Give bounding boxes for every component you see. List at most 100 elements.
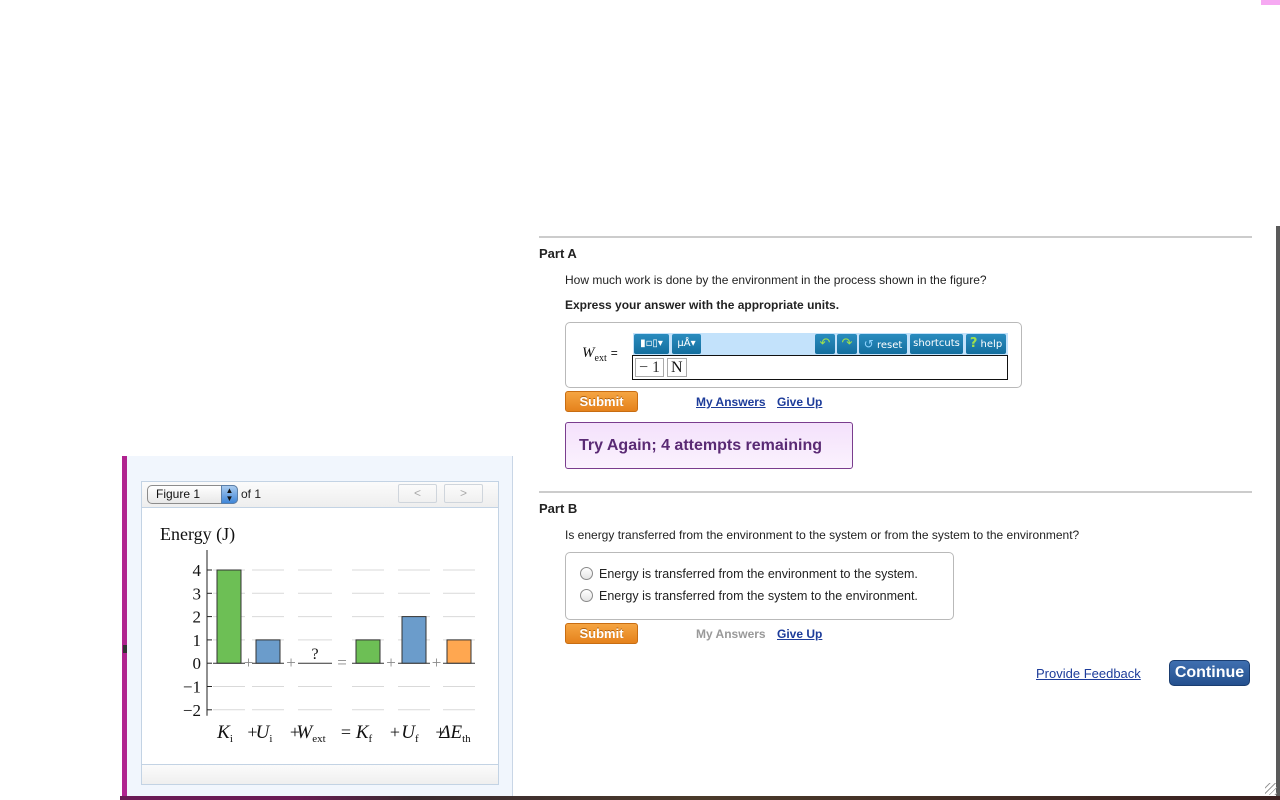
part-a-submit-button[interactable]: Submit xyxy=(565,391,638,412)
equation-subscript: i xyxy=(269,733,272,745)
choice-label: Energy is transferred from the system to… xyxy=(599,589,918,603)
answer-variable-subscript: ext xyxy=(594,353,607,364)
equation-subscript: f xyxy=(369,733,373,745)
desktop-background-strip xyxy=(120,796,1280,800)
operator-sign: + xyxy=(386,653,396,672)
units-button[interactable]: μÅ▾ xyxy=(672,334,701,354)
answer-box: Wext = ▮▫▯▾ μÅ▾ ↶ ↷ ↺ reset shortcuts ? h… xyxy=(565,322,1022,388)
equation-subscript: ext xyxy=(312,733,325,745)
resize-grip-icon[interactable] xyxy=(1265,783,1277,795)
part-a-question: How much work is done by the environment… xyxy=(565,273,987,287)
chevron-right-icon: > xyxy=(459,486,467,500)
answer-input[interactable]: − 1 N xyxy=(632,355,1008,380)
choice-box: Energy is transferred from the environme… xyxy=(565,552,954,620)
operator-sign: + xyxy=(244,653,254,672)
radio-button[interactable] xyxy=(580,567,593,580)
energy-bar-chart: Energy (J) 4 3 2 1 0 −1 −2? + + = + + Ki + Ui + Wext = Kf +… xyxy=(157,520,487,760)
part-a-give-up-link[interactable]: Give Up xyxy=(777,395,822,409)
part-a-my-answers-link[interactable]: My Answers xyxy=(696,395,766,409)
bar-ΔEth xyxy=(446,639,472,664)
choice-label: Energy is transferred from the environme… xyxy=(599,567,918,581)
units-icon: μÅ xyxy=(677,338,691,349)
window-right-edge xyxy=(1276,226,1280,800)
radio-button[interactable] xyxy=(580,589,593,602)
reset-button[interactable]: ↺ reset xyxy=(859,334,907,354)
bar-Ki xyxy=(216,569,242,664)
equals-sign: = xyxy=(610,346,618,360)
equation-term: ΔEth xyxy=(438,722,471,745)
continue-button[interactable]: Continue xyxy=(1169,660,1250,686)
figure-select-value: Figure 1 xyxy=(156,487,201,501)
help-label: help xyxy=(980,339,1003,350)
chevron-left-icon: < xyxy=(413,486,421,500)
part-a-divider xyxy=(539,236,1252,238)
part-b-title: Part B xyxy=(539,501,578,516)
part-b-submit-button[interactable]: Submit xyxy=(565,623,638,644)
part-b-give-up-link[interactable]: Give Up xyxy=(777,627,822,641)
equation-term: Ui xyxy=(256,722,273,745)
chart-svg: 43210−1−2?+ + = + +Ki +Ui +Wext = Kf + Uf +ΔEth xyxy=(183,550,475,745)
choice-option-1[interactable]: Energy is transferred from the environme… xyxy=(580,567,918,581)
operator-sign: + xyxy=(286,653,296,672)
y-tick-label: −1 xyxy=(183,678,201,697)
choice-option-2[interactable]: Energy is transferred from the system to… xyxy=(580,589,918,603)
part-a-instruction: Express your answer with the appropriate… xyxy=(565,298,840,312)
provide-feedback-link[interactable]: Provide Feedback xyxy=(1036,666,1141,681)
bar-Kf xyxy=(355,639,381,664)
figure-select[interactable]: Figure 1 ▲ ▼ xyxy=(147,485,238,504)
reset-label: reset xyxy=(876,340,903,351)
operator-sign: + xyxy=(432,653,442,672)
figure-count-label: of 1 xyxy=(241,487,262,501)
reset-icon: ↺ xyxy=(863,337,874,351)
feedback-text: Try Again; 4 attempts remaining xyxy=(579,437,823,454)
window-corner-highlight xyxy=(1261,0,1280,5)
equation-subscript: i xyxy=(230,733,233,745)
feedback-message: Try Again; 4 attempts remaining xyxy=(565,422,853,469)
dropdown-arrow-icon: ▾ xyxy=(690,338,696,349)
equation-term: Ki xyxy=(216,722,233,745)
answer-value-box[interactable]: − 1 xyxy=(635,358,665,377)
redo-icon: ↷ xyxy=(841,336,853,351)
part-b-divider xyxy=(539,491,1252,493)
redo-button[interactable]: ↷ xyxy=(837,334,857,354)
y-tick-label: 4 xyxy=(193,561,202,580)
answer-label: Wext = xyxy=(582,345,618,364)
equation-term: Wext xyxy=(296,722,325,745)
y-tick-label: 1 xyxy=(193,631,202,650)
figure-footer xyxy=(142,764,498,784)
y-tick-label: 0 xyxy=(193,654,202,673)
previous-figure-button[interactable]: < xyxy=(398,484,437,503)
equation-operator: = xyxy=(341,722,351,742)
answer-unit-box[interactable]: N xyxy=(667,358,687,377)
templates-button[interactable]: ▮▫▯▾ xyxy=(634,334,669,354)
select-stepper-icon: ▲ ▼ xyxy=(221,485,238,504)
equation-operator: + xyxy=(390,722,400,742)
equation-subscript: f xyxy=(415,733,419,745)
part-a-title: Part A xyxy=(539,246,577,261)
figure-panel: Figure 1 ▲ ▼ of 1 < > Energy (J) 4 3 2 1 0 −1−… xyxy=(141,481,499,785)
bar-Ui xyxy=(255,639,281,664)
y-tick-label: −2 xyxy=(183,701,201,720)
operator-sign: = xyxy=(337,653,347,672)
sidebar-edge-marker xyxy=(123,645,127,653)
fraction-template-icon: ▮▫▯▾ xyxy=(640,338,663,349)
shortcuts-label: shortcuts xyxy=(913,338,960,349)
math-toolbar: ▮▫▯▾ μÅ▾ ↶ ↷ ↺ reset shortcuts ? help xyxy=(633,333,1008,355)
equation-subscript: th xyxy=(462,733,471,745)
answer-variable: W xyxy=(582,345,595,361)
equation-term: Uf xyxy=(401,722,419,745)
part-b-question: Is energy transferred from the environme… xyxy=(565,528,1080,542)
y-tick-label: 2 xyxy=(193,608,202,627)
y-tick-label: 3 xyxy=(193,584,202,603)
part-b-my-answers-link: My Answers xyxy=(696,627,766,641)
undo-icon: ↶ xyxy=(819,336,831,351)
unknown-value-label: ? xyxy=(311,646,318,663)
figure-toolbar: Figure 1 ▲ ▼ of 1 < > xyxy=(142,482,498,508)
bar-Uf xyxy=(401,616,427,664)
equation-term: Kf xyxy=(355,722,373,745)
shortcuts-button[interactable]: shortcuts xyxy=(910,334,963,354)
next-figure-button[interactable]: > xyxy=(444,484,483,503)
help-icon: ? xyxy=(969,336,978,351)
undo-button[interactable]: ↶ xyxy=(815,334,835,354)
help-button[interactable]: ? help xyxy=(966,334,1006,354)
